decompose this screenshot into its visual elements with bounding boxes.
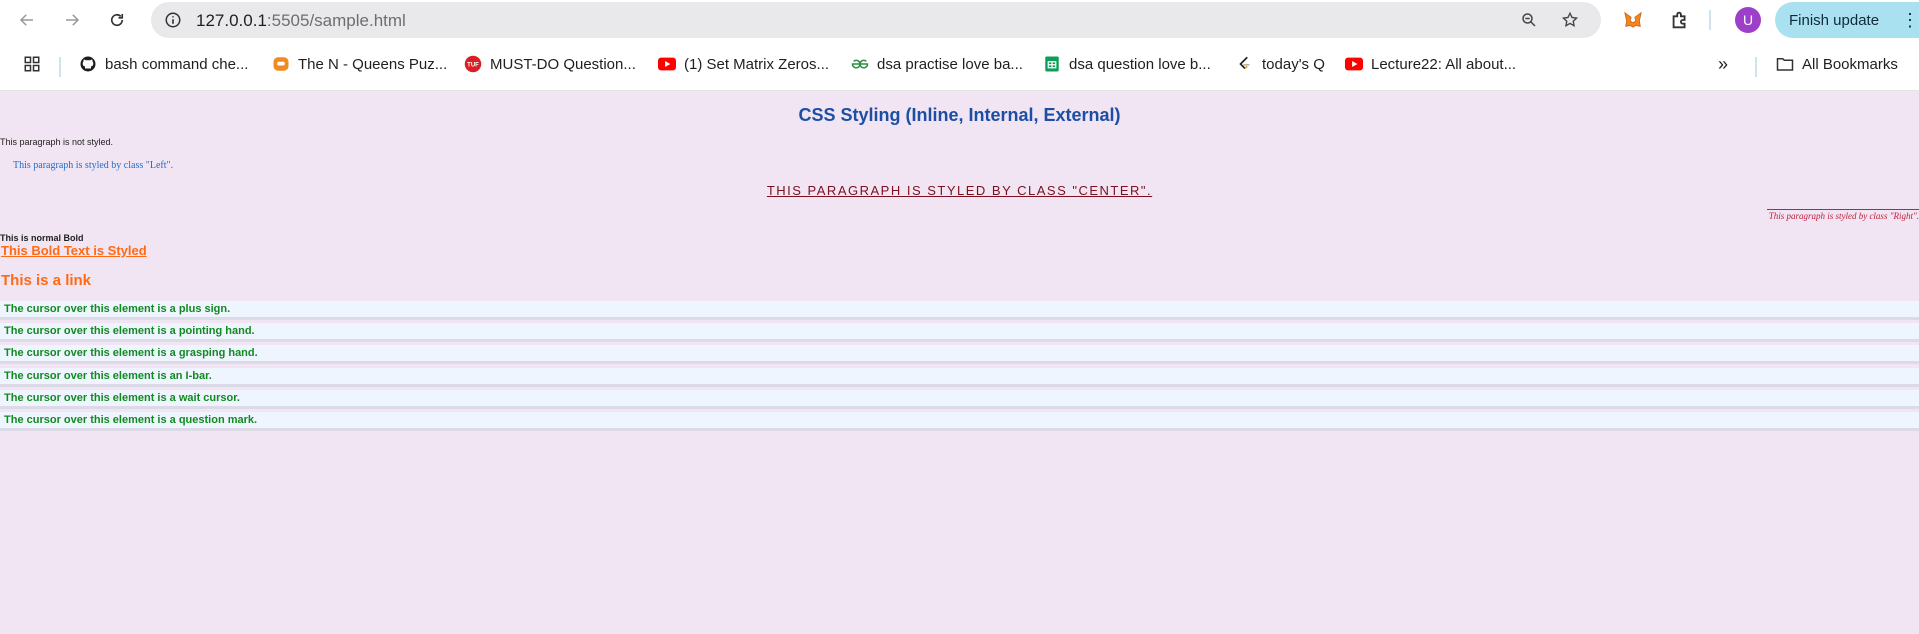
arrow-left-icon (19, 14, 33, 26)
bookmark-item[interactable]: Lecture22: All about... (1345, 55, 1516, 73)
finish-update-button[interactable]: Finish update ⋮ (1775, 2, 1919, 38)
center-paragraph: This paragraph is styled by class "Cente… (766, 183, 1153, 198)
bookmarks-bar: bash command che... The N - Queens Puz..… (0, 40, 1919, 91)
bookmark-label: dsa practise love ba... (877, 55, 1023, 73)
leetcode-icon (1236, 55, 1254, 73)
zoom-icon[interactable] (1520, 11, 1538, 29)
bookmark-label: bash command che... (105, 55, 249, 73)
svg-text:TUF: TUF (467, 63, 479, 69)
page-content: CSS Styling (Inline, Internal, External)… (0, 91, 1919, 634)
cursor-row-pointer[interactable]: The cursor over this element is a pointi… (0, 323, 1919, 342)
bookmark-label: today's Q (1262, 55, 1325, 73)
cursor-row-help[interactable]: The cursor over this element is a questi… (0, 412, 1919, 431)
reload-button[interactable] (103, 6, 131, 34)
google-sheets-icon (1043, 55, 1061, 73)
bookmark-item[interactable]: dsa practise love ba... (851, 55, 1023, 73)
bookmark-label: MUST-DO Question... (490, 55, 636, 73)
more-menu-icon[interactable]: ⋮ (1901, 11, 1919, 29)
avatar-letter: U (1742, 12, 1754, 28)
cursor-row-grab[interactable]: The cursor over this element is a graspi… (0, 345, 1919, 364)
bookmark-label: The N - Queens Puz... (298, 55, 448, 73)
cursor-row-crosshair[interactable]: The cursor over this element is a plus s… (0, 301, 1919, 320)
arrow-right-icon (66, 14, 80, 26)
bookmark-item[interactable]: (1) Set Matrix Zeros... (658, 55, 829, 73)
more-bookmarks-button[interactable]: » (1718, 54, 1728, 75)
bookmark-label: Lecture22: All about... (1371, 55, 1517, 73)
url-text[interactable]: 127.0.0.1:5505/sample.html (196, 11, 406, 31)
bookmark-label: (1) Set Matrix Zeros... (684, 55, 830, 73)
bookmarks-divider (59, 57, 61, 77)
youtube-icon (658, 55, 676, 73)
youtube-icon (1345, 55, 1363, 73)
tuf-icon: TUF (464, 55, 482, 73)
apps-button[interactable] (23, 55, 41, 73)
bookmark-item[interactable]: today's Q (1236, 55, 1325, 73)
plain-paragraph: This paragraph is not styled. (0, 137, 114, 147)
all-bookmarks-button[interactable]: All Bookmarks (1776, 55, 1898, 73)
bookmark-item[interactable]: The N - Queens Puz... (272, 55, 447, 73)
left-paragraph: This paragraph is styled by class "Left"… (13, 160, 174, 171)
reload-icon (110, 13, 124, 27)
cursor-row-wait[interactable]: The cursor over this element is a wait c… (0, 390, 1919, 409)
address-bar[interactable]: 127.0.0.1:5505/sample.html (151, 2, 1601, 38)
back-button[interactable] (13, 6, 41, 34)
geeksforgeeks-icon (851, 55, 869, 73)
profile-avatar[interactable]: U (1735, 7, 1761, 33)
apps-grid-icon (24, 56, 40, 72)
right-paragraph: This paragraph is styled by class "Right… (1766, 209, 1919, 221)
all-bookmarks-label: All Bookmarks (1802, 55, 1898, 73)
metamask-icon[interactable] (1622, 9, 1644, 31)
bookmark-item[interactable]: bash command che... (79, 55, 248, 73)
toolbar-divider (1709, 10, 1711, 30)
browser-toolbar: 127.0.0.1:5505/sample.html U Finish upda… (0, 0, 1919, 40)
bookmark-item[interactable]: TUF MUST-DO Question... (464, 55, 636, 73)
finish-update-label: Finish update (1789, 12, 1880, 29)
cursor-row-text[interactable]: The cursor over this element is an I-bar… (0, 368, 1919, 387)
github-icon (79, 55, 97, 73)
bookmark-item[interactable]: dsa question love b... (1043, 55, 1211, 73)
star-icon[interactable] (1561, 11, 1579, 29)
folder-icon (1776, 55, 1794, 73)
bookmark-label: dsa question love b... (1069, 55, 1211, 73)
bookmarks-divider (1755, 57, 1757, 77)
extensions-icon[interactable] (1669, 9, 1691, 31)
normal-bold-text: This is normal Bold (0, 233, 84, 243)
info-icon[interactable] (164, 11, 182, 29)
sample-link[interactable]: This is a link (1, 272, 91, 289)
forward-button[interactable] (58, 6, 86, 34)
codingninjas-icon (272, 55, 290, 73)
page-title: CSS Styling (Inline, Internal, External) (798, 105, 1121, 125)
styled-bold-text: This Bold Text is Styled (1, 243, 147, 258)
chevron-double-right-icon: » (1718, 54, 1729, 74)
